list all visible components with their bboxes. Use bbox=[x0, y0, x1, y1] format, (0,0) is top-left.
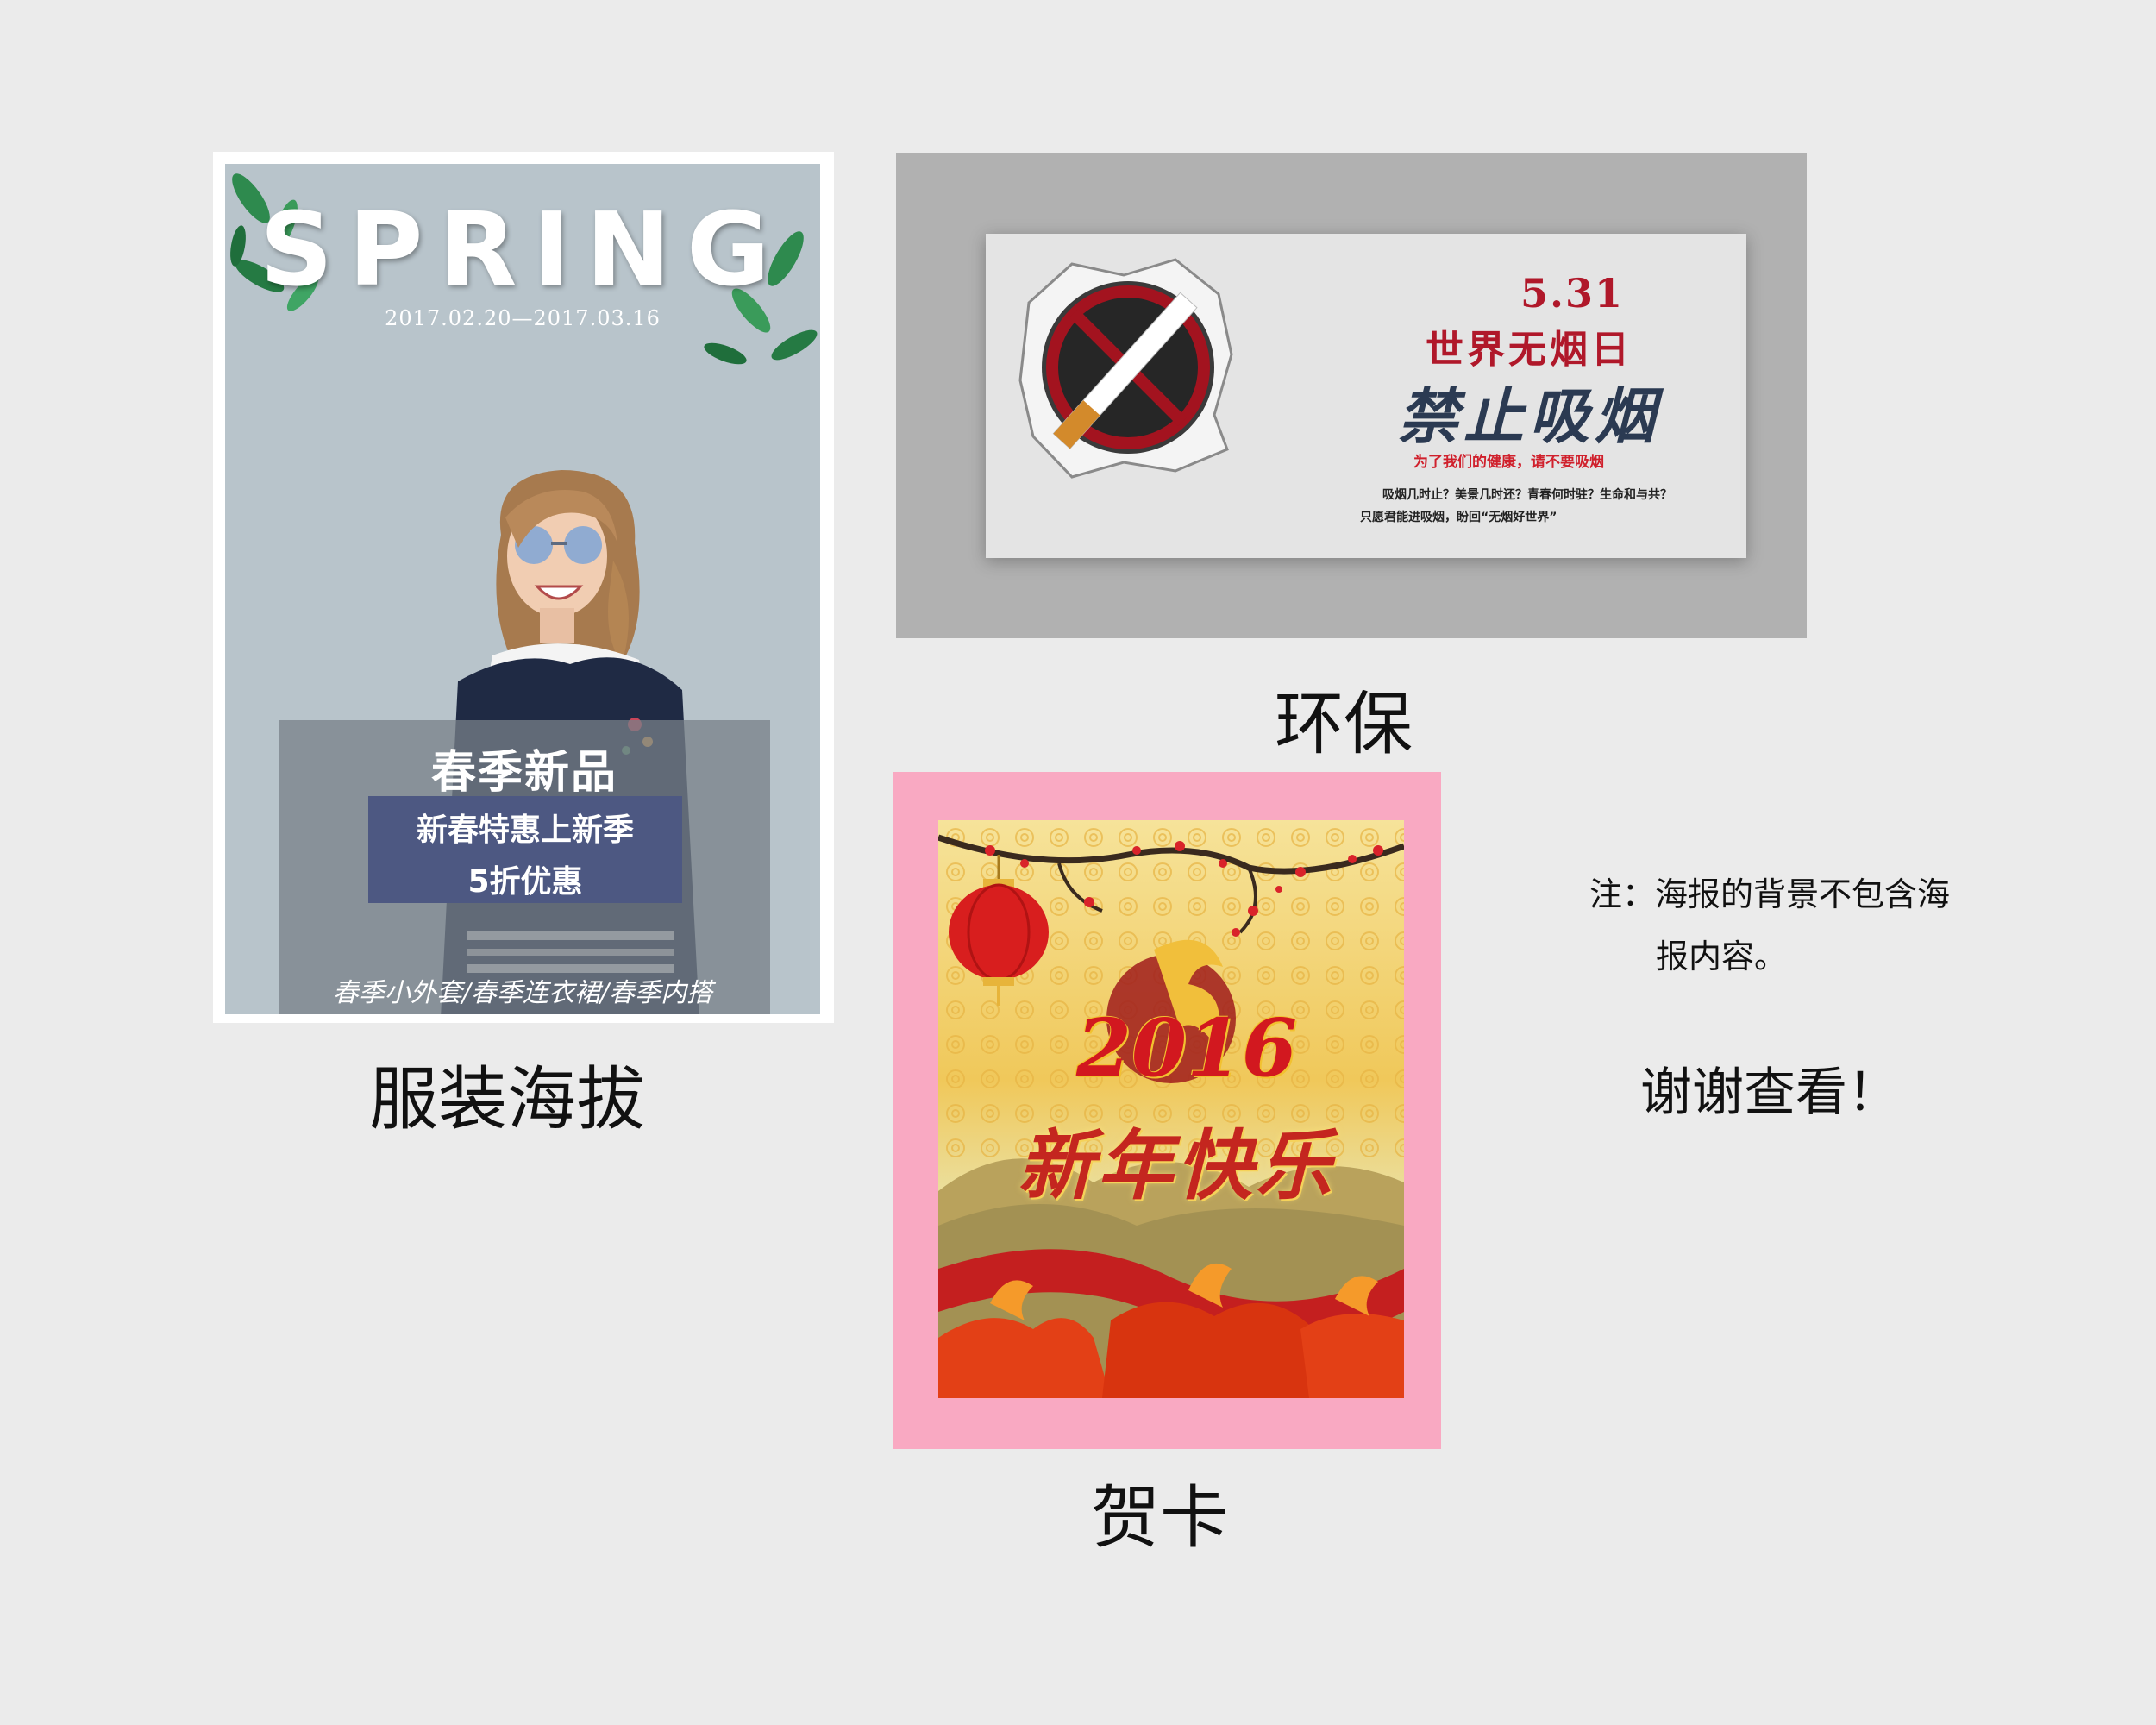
promo-band: 新春特惠上新季 5折优惠 bbox=[368, 796, 682, 903]
caption-card: 贺卡 bbox=[1091, 1477, 1229, 1558]
no-smoking-icon bbox=[1018, 258, 1233, 479]
greeting-text: 新年快乐 bbox=[1018, 1120, 1336, 1210]
body-text-line-2: 只愿君能进吸烟，盼回“无烟好世界” bbox=[1360, 511, 1557, 524]
promo-line-1: 新春特惠上新季 bbox=[416, 812, 634, 848]
no-smoking-card: 5.31 世界无烟日 禁止吸烟 为了我们的健康，请不要吸烟 吸烟几时止？美景几时… bbox=[986, 234, 1746, 558]
note-line-2: 报内容。 bbox=[1656, 938, 1788, 975]
main-slogan: 禁止吸烟 bbox=[1398, 380, 1660, 452]
body-text-line-1: 吸烟几时止？美景几时还？青春何时驻？生命和与共？ bbox=[1382, 488, 1672, 502]
fashion-poster: SPRING 2017.02.20—2017.03.16 春季新品 新春特惠上新… bbox=[213, 152, 834, 1023]
thanks-message: 谢谢查看！ bbox=[1640, 1063, 1899, 1123]
promo-line-2: 5折优惠 bbox=[467, 864, 583, 900]
greeting-card-canvas: 2016 新年快乐 bbox=[938, 820, 1404, 1398]
greeting-card-poster: 2016 新年快乐 bbox=[893, 772, 1441, 1449]
poster-footer: 春季小外套/春季连衣裙/春季内搭 bbox=[332, 978, 713, 1008]
caption-eco: 环保 bbox=[1275, 684, 1413, 764]
poster-title: SPRING bbox=[260, 190, 786, 309]
caption-fashion: 服装海拔 bbox=[369, 1059, 645, 1139]
promo-title: 春季新品 bbox=[430, 747, 617, 799]
poster-date-range: 2017.02.20—2017.03.16 bbox=[385, 306, 661, 330]
note-line-1: 注：海报的背景不包含海 bbox=[1589, 875, 1951, 913]
event-date: 5.31 bbox=[1520, 270, 1625, 317]
no-smoking-poster: 5.31 世界无烟日 禁止吸烟 为了我们的健康，请不要吸烟 吸烟几时止？美景几时… bbox=[896, 153, 1807, 638]
fashion-poster-canvas: SPRING 2017.02.20—2017.03.16 春季新品 新春特惠上新… bbox=[225, 164, 820, 1014]
promo-overlay: 春季新品 新春特惠上新季 5折优惠 bbox=[279, 720, 770, 1014]
sub-slogan: 为了我们的健康，请不要吸烟 bbox=[1413, 454, 1604, 471]
year-label: 2016 bbox=[1076, 1001, 1298, 1095]
event-name: 世界无烟日 bbox=[1426, 328, 1633, 372]
